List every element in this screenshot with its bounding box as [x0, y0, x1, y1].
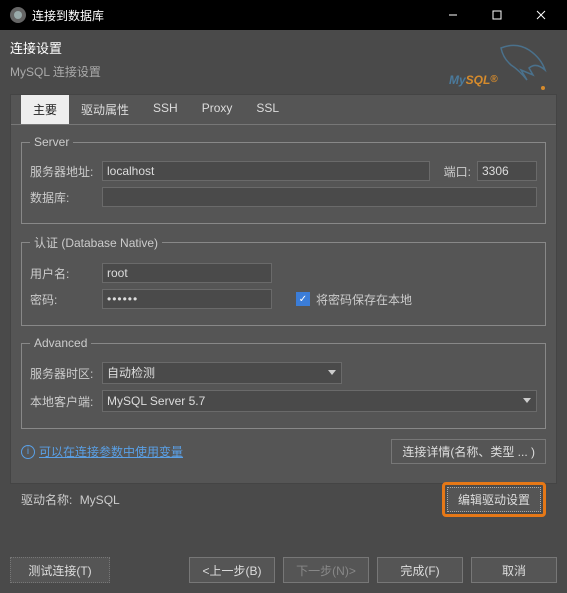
port-input[interactable]: [477, 161, 537, 181]
auth-group: 认证 (Database Native) 用户名: 密码: ✓ 将密码保存在本地: [21, 234, 546, 326]
next-button[interactable]: 下一步(N)>: [283, 557, 369, 583]
minimize-button[interactable]: [431, 0, 475, 30]
finish-button[interactable]: 完成(F): [377, 557, 463, 583]
window-title: 连接到数据库: [32, 7, 431, 24]
database-label: 数据库:: [30, 189, 96, 206]
cancel-button[interactable]: 取消: [471, 557, 557, 583]
tab-main[interactable]: 主要: [21, 95, 69, 124]
brand-my: My: [449, 73, 467, 87]
username-input[interactable]: [102, 263, 272, 283]
client-select[interactable]: MySQL Server 5.7: [102, 390, 537, 412]
save-password-label: 将密码保存在本地: [316, 291, 412, 308]
host-label: 服务器地址:: [30, 163, 96, 180]
driver-name-label: 驱动名称:: [21, 493, 72, 507]
tab-ssh[interactable]: SSH: [141, 95, 190, 124]
tab-bar: 主要 驱动属性 SSH Proxy SSL: [11, 95, 556, 125]
connection-details-button[interactable]: 连接详情(名称、类型 ... ): [391, 439, 546, 464]
advanced-legend: Advanced: [30, 336, 91, 350]
tab-driver-props[interactable]: 驱动属性: [69, 95, 141, 124]
driver-name-value: MySQL: [80, 493, 120, 507]
server-group: Server 服务器地址: 端口: 数据库:: [21, 135, 546, 224]
username-label: 用户名:: [30, 265, 96, 282]
brand-reg: ®: [490, 74, 498, 85]
dialog-header: 连接设置 MySQL 连接设置 MySQL®: [0, 30, 567, 84]
titlebar: 连接到数据库: [0, 0, 567, 30]
back-button[interactable]: <上一步(B): [189, 557, 275, 583]
info-icon: i: [21, 445, 35, 459]
advanced-group: Advanced 服务器时区: 自动检测 本地客户端: MySQL Server…: [21, 336, 546, 429]
port-label: 端口:: [444, 163, 471, 180]
server-legend: Server: [30, 135, 73, 149]
database-input[interactable]: [102, 187, 537, 207]
tab-ssl[interactable]: SSL: [244, 95, 291, 124]
info-row: i 可以在连接参数中使用变量 连接详情(名称、类型 ... ): [21, 439, 546, 464]
edit-driver-button[interactable]: 编辑驱动设置: [447, 487, 541, 512]
close-button[interactable]: [519, 0, 563, 30]
driver-row: 驱动名称: MySQL 编辑驱动设置: [21, 482, 546, 517]
mysql-logo: MySQL®: [441, 40, 551, 96]
host-input[interactable]: [102, 161, 430, 181]
maximize-button[interactable]: [475, 0, 519, 30]
save-password-checkbox[interactable]: ✓: [296, 292, 310, 306]
footer-buttons: 测试连接(T) <上一步(B) 下一步(N)> 完成(F) 取消: [10, 557, 557, 583]
svg-text:MySQL®: MySQL®: [449, 73, 498, 87]
main-panel: 主要 驱动属性 SSH Proxy SSL Server 服务器地址: 端口: …: [10, 94, 557, 484]
app-icon: [10, 7, 26, 23]
password-input[interactable]: [102, 289, 272, 309]
password-label: 密码:: [30, 291, 96, 308]
tab-proxy[interactable]: Proxy: [190, 95, 245, 124]
auth-legend: 认证 (Database Native): [30, 234, 162, 251]
timezone-label: 服务器时区:: [30, 365, 96, 382]
client-label: 本地客户端:: [30, 393, 96, 410]
variables-link[interactable]: 可以在连接参数中使用变量: [39, 443, 183, 460]
test-connection-button[interactable]: 测试连接(T): [10, 557, 110, 583]
edit-driver-highlight: 编辑驱动设置: [442, 482, 546, 517]
brand-sql: SQL: [466, 73, 491, 87]
timezone-select[interactable]: 自动检测: [102, 362, 342, 384]
